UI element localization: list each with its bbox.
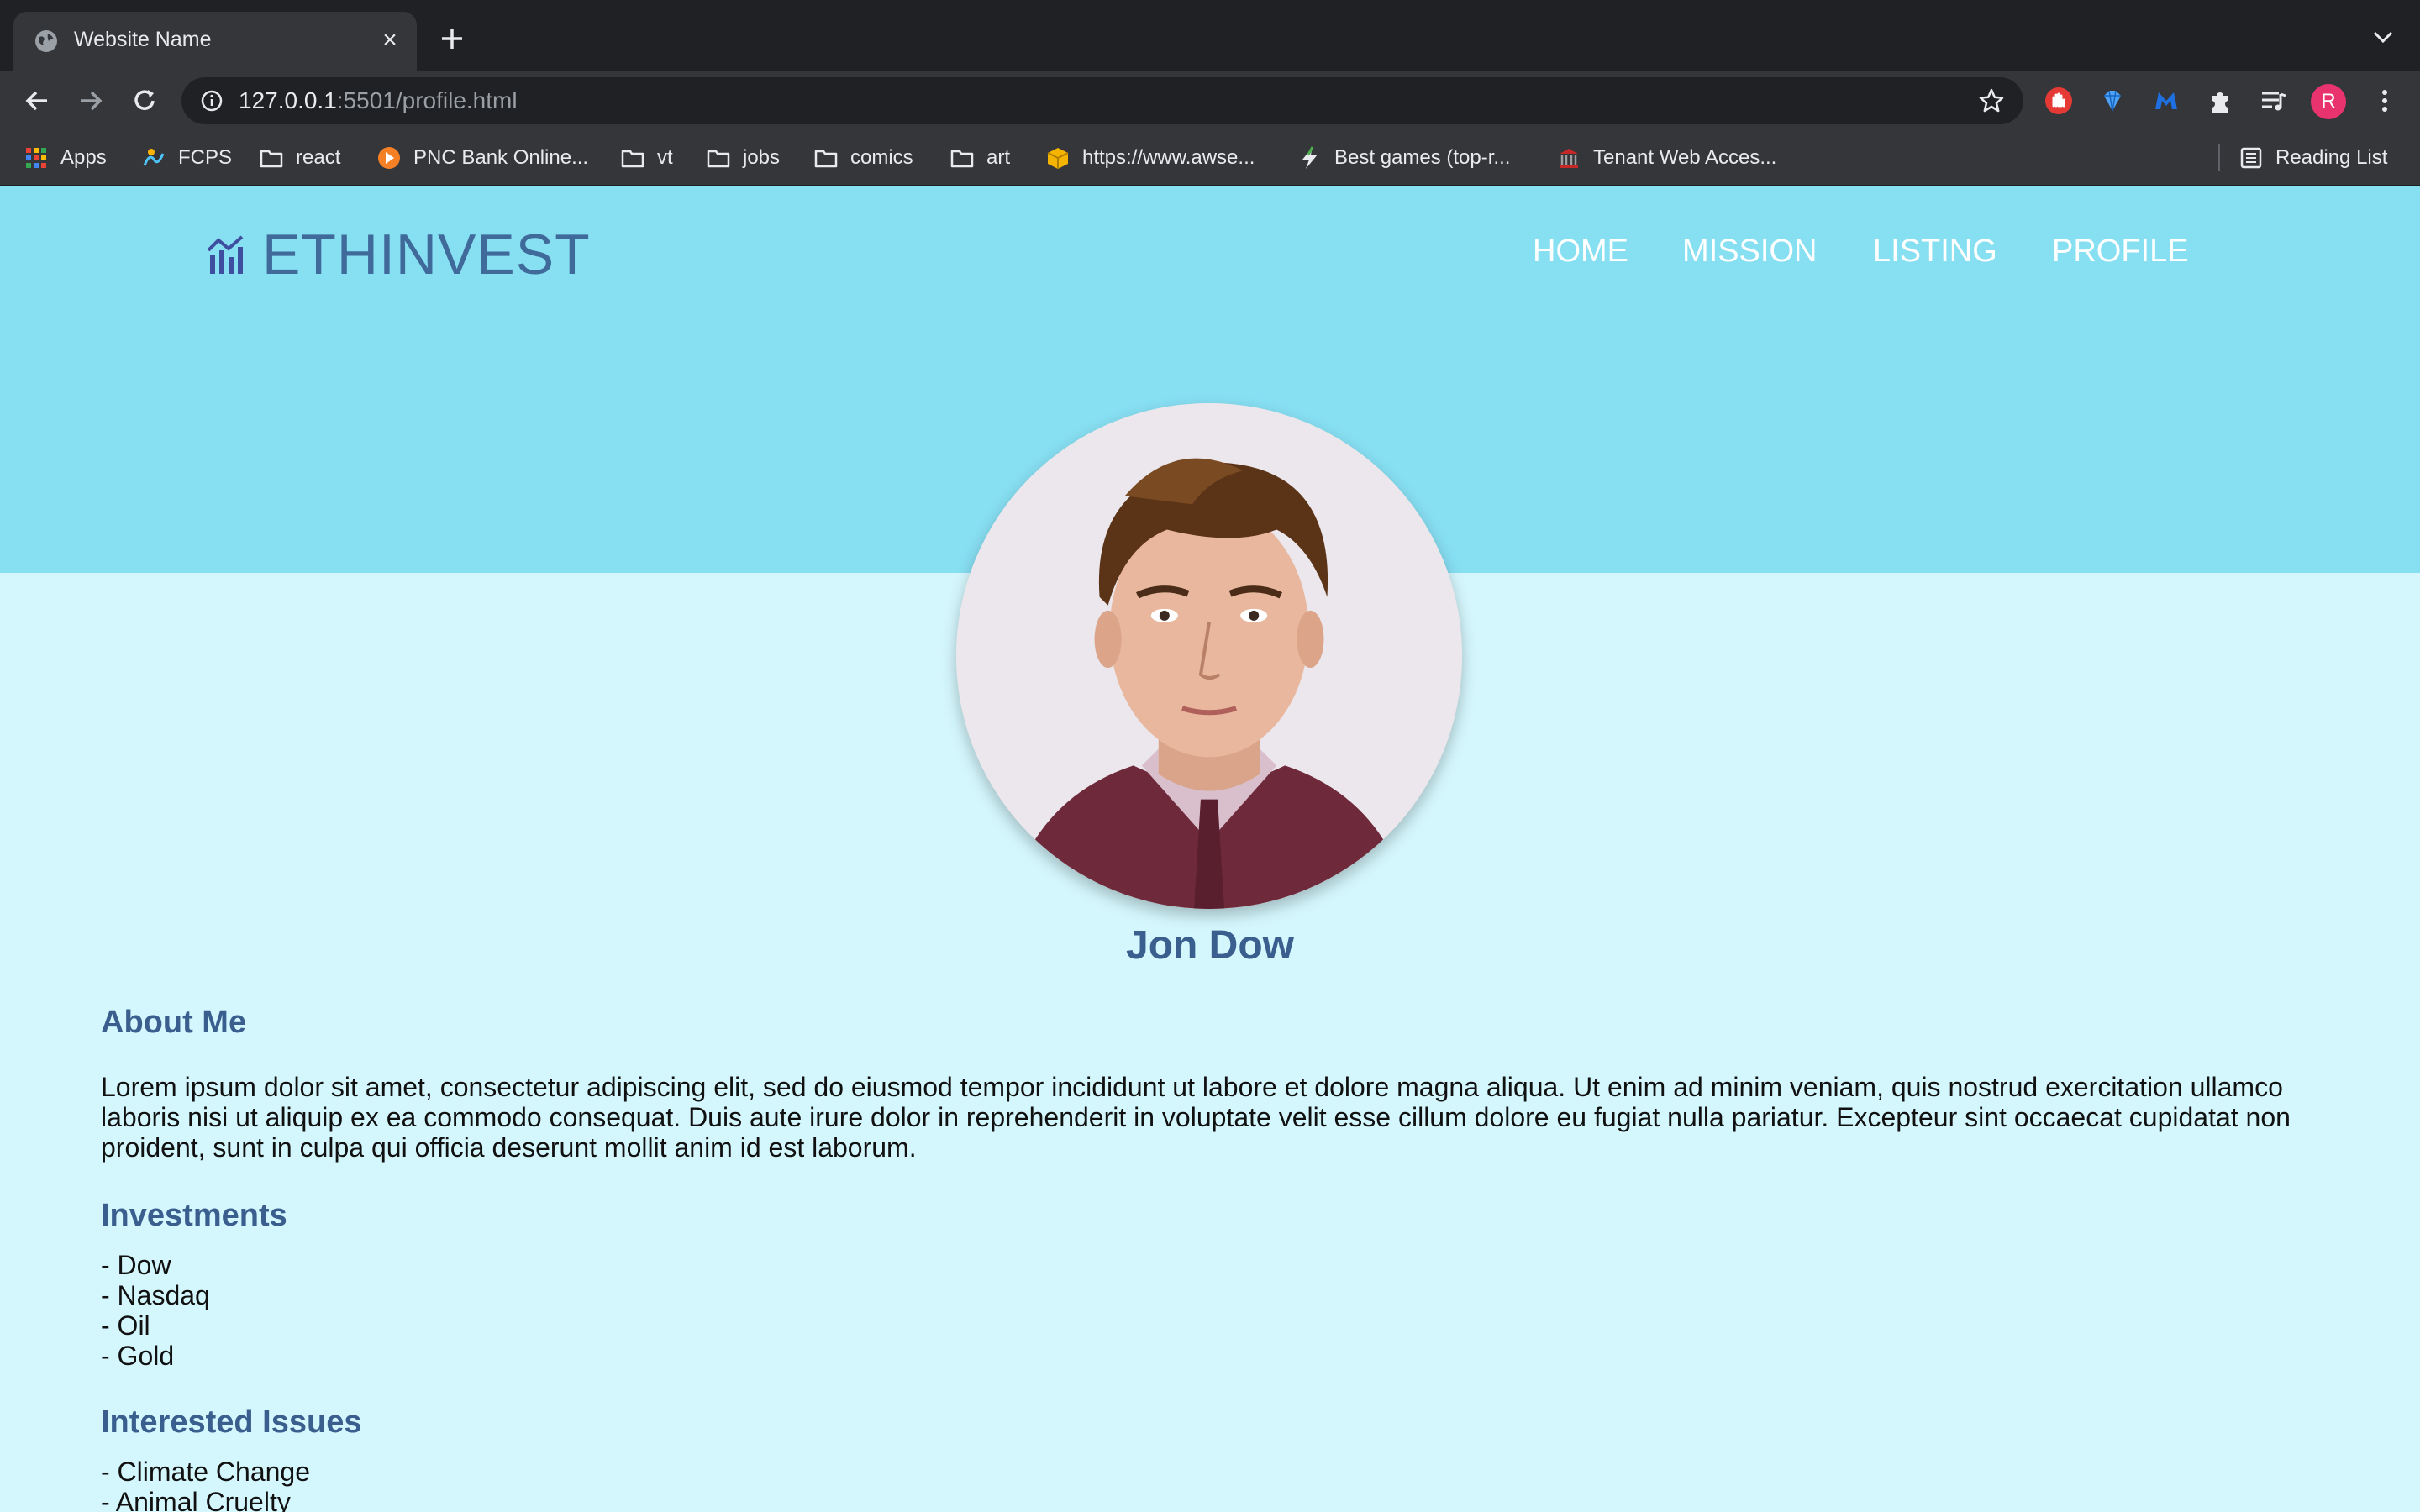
reload-icon[interactable] <box>128 84 161 118</box>
pnc-icon <box>378 147 400 169</box>
folder-icon <box>707 150 730 168</box>
bookmark-label: comics <box>850 146 913 169</box>
back-arrow-icon[interactable] <box>20 84 54 118</box>
globe-icon <box>35 30 57 52</box>
url-path: :5501/profile.html <box>336 87 518 113</box>
list-item: - Gold <box>101 1341 175 1371</box>
bookmark-label: react <box>296 146 341 169</box>
bookmark-folder-jobs[interactable]: jobs <box>706 141 780 175</box>
list-item: - Climate Change <box>101 1457 310 1487</box>
site-logo[interactable]: ETHINVEST <box>205 222 591 287</box>
reading-list-button[interactable]: Reading List <box>2238 141 2387 175</box>
lightning-icon <box>1302 146 1318 169</box>
reading-list-icon <box>2240 147 2262 169</box>
profile-avatar[interactable]: R <box>2311 84 2346 119</box>
site-logo-text: ETHINVEST <box>262 223 591 286</box>
fcps-icon <box>143 149 165 166</box>
media-queue-icon[interactable] <box>2259 86 2289 116</box>
bookmark-apps[interactable]: Apps <box>24 141 107 175</box>
bookmark-label: FCPS <box>178 146 233 169</box>
site-info-icon[interactable] <box>200 89 224 113</box>
forward-arrow-icon[interactable] <box>74 84 108 118</box>
bookmarks-divider <box>2218 144 2220 171</box>
bookmark-best-games[interactable]: Best games (top-r... <box>1297 141 1510 175</box>
list-item: - Animal Cruelty <box>101 1487 291 1512</box>
folder-icon <box>814 150 838 168</box>
puzzle-extensions-icon[interactable] <box>2205 86 2235 116</box>
bookmark-label: Apps <box>60 146 107 169</box>
folder-icon <box>260 150 283 168</box>
bookmark-folder-comics[interactable]: comics <box>813 141 913 175</box>
interested-issues-list: - Climate Change - Animal Cruelty <box>101 1457 310 1512</box>
bookmark-folder-vt[interactable]: vt <box>620 141 673 175</box>
profile-photo <box>956 403 1462 909</box>
bookmark-pnc[interactable]: PNC Bank Online... <box>376 141 588 175</box>
bookmark-label: art <box>986 146 1011 169</box>
folder-icon <box>950 150 974 168</box>
bookmarks-bar: Apps FCPS react PNC Bank Online... vt jo… <box>0 129 2420 186</box>
bookmark-label: PNC Bank Online... <box>413 146 589 169</box>
bookmark-folder-react[interactable]: react <box>259 141 340 175</box>
bookmark-label: jobs <box>743 146 781 169</box>
url-host: 127.0.0.1 <box>239 87 337 113</box>
bookmark-folder-art[interactable]: art <box>950 141 1010 175</box>
kebab-menu-icon[interactable] <box>2370 86 2400 116</box>
interested-issues-heading: Interested Issues <box>101 1404 362 1440</box>
browser-tab-bar: Website Name × <box>0 0 2420 71</box>
nav-listing[interactable]: LISTING <box>1873 234 1997 270</box>
bookmark-fcps[interactable]: FCPS <box>141 141 232 175</box>
address-bar[interactable]: 127.0.0.1:5501/profile.html <box>182 77 2023 124</box>
apps-grid-icon <box>26 148 46 168</box>
gem-extension-icon[interactable] <box>2097 86 2128 116</box>
list-item: - Nasdaq <box>101 1280 210 1310</box>
close-tab-icon[interactable]: × <box>376 27 403 54</box>
nav-profile[interactable]: PROFILE <box>2052 234 2189 270</box>
bank-icon <box>1560 149 1578 168</box>
malwarebytes-icon[interactable] <box>2151 86 2181 116</box>
bookmark-star-icon[interactable] <box>1978 87 2005 114</box>
bookmark-label: vt <box>657 146 673 169</box>
bookmark-label: https://www.awse... <box>1082 146 1255 169</box>
adblock-hand-icon[interactable] <box>2044 86 2074 116</box>
nav-mission[interactable]: MISSION <box>1682 234 1817 270</box>
profile-name: Jon Dow <box>1126 923 1294 968</box>
reading-list-label: Reading List <box>2275 146 2388 169</box>
bookmark-awse[interactable]: https://www.awse... <box>1045 141 1255 175</box>
new-tab-plus-icon[interactable] <box>437 24 467 54</box>
bookmark-tenant[interactable]: Tenant Web Acces... <box>1556 141 1776 175</box>
list-item: - Oil <box>101 1310 150 1341</box>
about-me-heading: About Me <box>101 1005 247 1040</box>
bar-chart-logo-icon <box>207 235 244 274</box>
list-item: - Dow <box>101 1250 171 1280</box>
about-me-text: Lorem ipsum dolor sit amet, consectetur … <box>101 1072 2291 1163</box>
folder-icon <box>621 150 644 168</box>
investments-heading: Investments <box>101 1198 287 1233</box>
chevron-down-icon[interactable] <box>2371 29 2395 45</box>
tab-title: Website Name <box>74 28 212 51</box>
bookmark-label: Best games (top-r... <box>1334 146 1511 169</box>
bookmark-label: Tenant Web Acces... <box>1593 146 1777 169</box>
browser-tab[interactable]: Website Name × <box>13 12 417 71</box>
browser-toolbar: 127.0.0.1:5501/profile.html R <box>0 71 2420 129</box>
url-text[interactable]: 127.0.0.1:5501/profile.html <box>239 87 518 114</box>
nav-home[interactable]: HOME <box>1533 234 1628 270</box>
investments-list: - Dow - Nasdaq - Oil - Gold <box>101 1250 210 1371</box>
package-icon <box>1047 148 1069 169</box>
